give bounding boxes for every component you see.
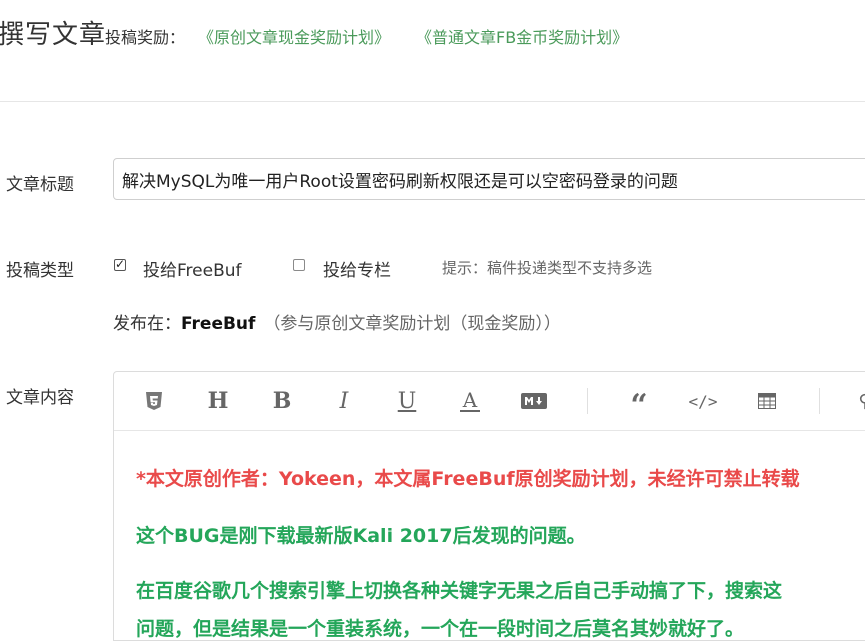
type-label: 投稿类型 (6, 261, 74, 281)
column-checkbox[interactable] (293, 259, 305, 271)
table-icon[interactable] (752, 386, 782, 416)
publish-target: 发布在：FreeBuf （参与原创文章奖励计划（现金奖励）） (113, 309, 561, 334)
html5-icon[interactable] (139, 386, 169, 416)
reward-label: 投稿奖励： (105, 28, 186, 47)
content-paragraph: *本文原创作者：Yokeen，本文属FreeBuf原创奖励计划，未经许可禁止转载 (136, 468, 800, 490)
coin-reward-plan-link[interactable]: 《普通文章FB金币奖励计划》 (416, 24, 628, 48)
title-input[interactable] (113, 158, 865, 200)
italic-icon[interactable]: I (329, 386, 359, 416)
bold-icon[interactable]: B (267, 386, 297, 416)
editor-toolbar: H B I U A “ </> ⚲ (114, 372, 865, 431)
header-divider (0, 101, 865, 102)
title-label: 文章标题 (6, 175, 74, 195)
article-editor[interactable]: H B I U A “ </> ⚲ *本文原创作者：Yokeen，本文属Free… (113, 371, 865, 641)
freebuf-option-label[interactable]: 投给FreeBuf (143, 256, 242, 281)
link-icon[interactable]: ⚲ (850, 386, 865, 416)
heading-icon[interactable]: H (203, 386, 233, 416)
page-title: 撰写文章 (0, 20, 107, 50)
markdown-icon[interactable] (519, 386, 549, 416)
underline-icon[interactable]: U (392, 386, 422, 416)
cash-reward-plan-link[interactable]: 《原创文章现金奖励计划》 (198, 24, 390, 48)
font-color-icon[interactable]: A (455, 386, 485, 416)
content-paragraph: 在百度谷歌几个搜索引擎上切换各种关键字无果之后自己手动搞了下，搜索这 (136, 580, 783, 602)
type-hint: 提示：稿件投递类型不支持多选 (442, 259, 653, 277)
toolbar-separator (587, 388, 588, 414)
column-option-label[interactable]: 投给专栏 (323, 256, 391, 281)
quote-icon[interactable]: “ (624, 386, 654, 421)
content-paragraph: 问题，但是结果是一个重装系统，一个在一段时间之后莫名其妙就好了。 (136, 618, 745, 640)
code-icon[interactable]: </> (688, 386, 718, 416)
freebuf-checkbox[interactable]: ✓ (114, 257, 126, 271)
content-label: 文章内容 (6, 388, 74, 408)
publish-prefix: 发布在： (113, 314, 181, 334)
toolbar-separator (819, 388, 820, 414)
publish-note: （参与原创文章奖励计划（现金奖励）） (263, 314, 561, 334)
publish-target-name: FreeBuf (181, 314, 256, 334)
content-paragraph: 这个BUG是刚下载最新版Kali 2017后发现的问题。 (136, 525, 586, 547)
check-icon: ✓ (115, 257, 126, 271)
